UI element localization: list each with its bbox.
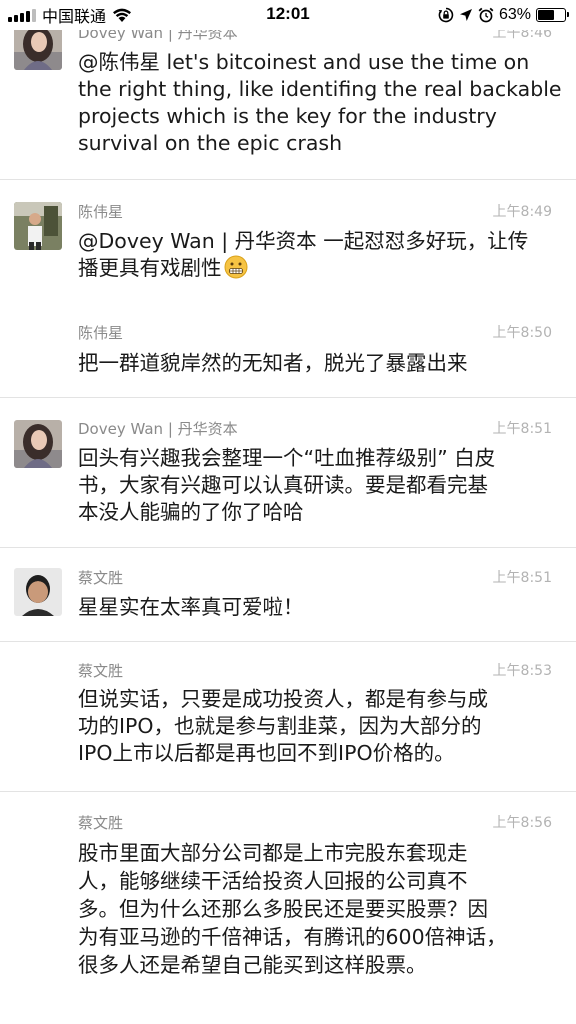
sender-name: Dovey Wan | 丹华资本 (78, 420, 238, 438)
message-line: 把一群道貌岸然的无知者，脱光了暴露出来 (78, 351, 468, 375)
message-item[interactable]: 蔡文胜 上午8:53 但说实话，只要是成功投资人，都是有参与成 功的IPO，也就… (0, 642, 576, 792)
message-line: @Dovey Wan | 丹华资本 一起怼怼多好玩，让传 (78, 229, 529, 253)
message-line: 多。但为什么还那么多股民还是要买股票？因 (78, 897, 488, 921)
message-text: 回头有兴趣我会整理一个“吐血推荐级别” 白皮 书，大家有兴趣可以认真研读。要是都… (78, 445, 554, 526)
message-line: 很多人还是希望自己能买到这样股票。 (78, 953, 427, 977)
message-time: 上午8:56 (492, 815, 552, 831)
message-line: 人，能够继续干活给投资人回报的公司真不 (78, 869, 468, 893)
sender-name: 蔡文胜 (78, 569, 124, 587)
message-line: 股市里面大部分公司都是上市完股东套现走 (78, 841, 468, 865)
message-line: @陈伟星 let's bitcoinest and use the time o… (78, 50, 530, 74)
message-item[interactable]: 陈伟星 上午8:50 把一群道貌岸然的无知者，脱光了暴露出来 (0, 300, 576, 398)
message-line-text: 播更具有戏剧性 (78, 256, 222, 280)
rotation-lock-icon (438, 7, 454, 23)
message-text: @陈伟星 let's bitcoinest and use the time o… (78, 49, 562, 157)
message-text: 股市里面大部分公司都是上市完股东套现走 人，能够继续干活给投资人回报的公司真不 … (78, 839, 554, 979)
message-line: 回头有兴趣我会整理一个“吐血推荐级别” 白皮 (78, 446, 496, 470)
message-time: 上午8:51 (492, 570, 552, 586)
message-time: 上午8:50 (492, 325, 552, 341)
message-line: the right thing, like identifing the rea… (78, 77, 562, 101)
battery-fill (538, 10, 554, 20)
message-time: 上午8:49 (492, 204, 552, 220)
message-line: 但说实话，只要是成功投资人，都是有参与成 (78, 687, 488, 711)
sender-name: 陈伟星 (78, 324, 124, 342)
grimacing-face-emoji (224, 255, 247, 279)
message-line: projects which is the key for the indust… (78, 104, 497, 128)
message-item[interactable]: 蔡文胜 上午8:56 股市里面大部分公司都是上市完股东套现走 人，能够继续干活给… (0, 792, 576, 1024)
message-item[interactable]: 蔡文胜 上午8:51 星星实在太率真可爱啦！ (0, 548, 576, 642)
message-text: @Dovey Wan | 丹华资本 一起怼怼多好玩，让传 播更具有戏剧性 (78, 228, 554, 282)
message-line: 本没人能骗的了你了哈哈 (78, 500, 304, 524)
message-line: survival on the epic crash (78, 131, 343, 155)
alarm-icon (478, 7, 494, 23)
message-item[interactable]: Dovey Wan | 丹华资本 上午8:51 回头有兴趣我会整理一个“吐血推荐… (0, 398, 576, 548)
message-time: 上午8:53 (492, 663, 552, 679)
message-line: 为有亚马逊的千倍神话，有腾讯的600倍神话， (78, 925, 507, 949)
sender-name: 蔡文胜 (78, 662, 124, 680)
chat-screen: Dovey Wan | 丹华资本 上午8:46 @陈伟星 let's bitco… (0, 0, 576, 1024)
battery-percent: 63% (498, 6, 531, 23)
message-line: 书，大家有兴趣可以认真研读。要是都看完基 (78, 473, 488, 497)
avatar-dovey-wan[interactable] (14, 420, 62, 468)
sender-name: 蔡文胜 (78, 814, 124, 832)
message-item[interactable]: 陈伟星 上午8:49 @Dovey Wan | 丹华资本 一起怼怼多好玩，让传 … (0, 180, 576, 300)
status-right: 63% (438, 5, 569, 25)
location-icon (459, 9, 472, 21)
message-line: 星星实在太率真可爱啦！ (78, 595, 304, 619)
status-bar: 中国联通 12:01 63% (0, 0, 576, 30)
message-line: IPO上市以后都是再也回不到IPO价格的。 (78, 741, 455, 765)
avatar-chen-weixing[interactable] (14, 202, 62, 250)
avatar-cai-wensheng[interactable] (14, 568, 62, 616)
message-text: 把一群道貌岸然的无知者，脱光了暴露出来 (78, 350, 554, 377)
message-text: 但说实话，只要是成功投资人，都是有参与成 功的IPO，也就是参与割韭菜，因为大部… (78, 686, 554, 767)
message-time: 上午8:51 (492, 421, 552, 437)
battery-icon (536, 8, 569, 22)
message-line: 播更具有戏剧性 (78, 255, 554, 282)
message-line: 功的IPO，也就是参与割韭菜，因为大部分的 (78, 714, 482, 738)
sender-name: 陈伟星 (78, 203, 124, 221)
message-text: 星星实在太率真可爱啦！ (78, 594, 554, 621)
